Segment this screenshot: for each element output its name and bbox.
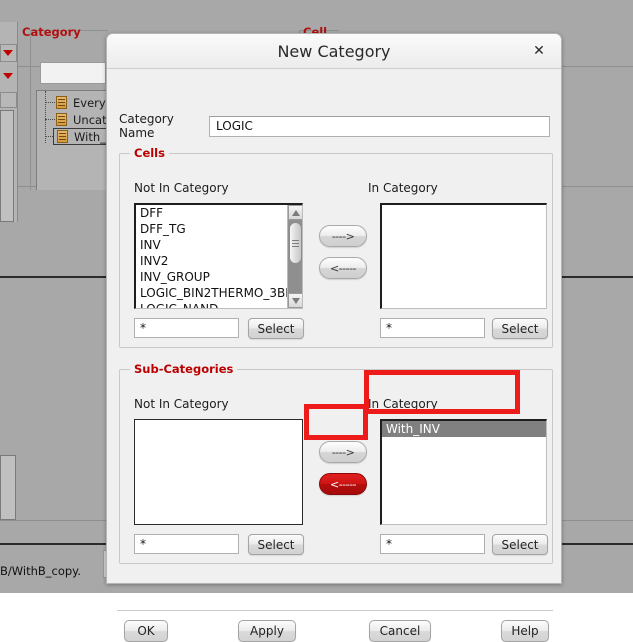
help-button[interactable]: Help	[501, 620, 549, 642]
cancel-button[interactable]: Cancel	[369, 620, 431, 642]
cells-group-title: Cells	[130, 146, 169, 160]
scroll-down-icon[interactable]	[288, 293, 303, 308]
category-name-row: Category Name LOGIC	[107, 115, 563, 137]
subcategories-right-select-button[interactable]: Select	[492, 534, 548, 555]
subcategories-in-category-list[interactable]: With_INV	[380, 419, 547, 525]
chevron-down-icon	[3, 73, 13, 79]
list-item[interactable]: LOGIC_NAND	[136, 301, 302, 309]
list-item[interactable]: INV2	[136, 253, 302, 269]
list-item[interactable]: With_INV	[382, 421, 546, 437]
list-item[interactable]: LOGIC_BIN2THERMO_3BIT	[136, 285, 302, 301]
cells-left-select-button[interactable]: Select	[248, 318, 304, 339]
close-icon[interactable]: ✕	[525, 34, 553, 68]
tree-connector	[45, 102, 55, 103]
cells-not-in-category-list[interactable]: DFF DFF_TG INV INV2 INV_GROUP LOGIC_BIN2…	[134, 203, 303, 309]
category-tree[interactable]: Everyth Uncate With_IN	[36, 90, 108, 190]
ok-button[interactable]: OK	[124, 620, 168, 642]
list-item[interactable]: INV	[136, 237, 302, 253]
document-icon	[55, 112, 68, 127]
cells-in-category-list[interactable]	[380, 203, 547, 309]
subcategories-left-filter-input[interactable]: *	[134, 534, 239, 554]
subcategories-group-title: Sub-Categories	[130, 362, 237, 376]
cells-not-in-category-label: Not In Category	[134, 181, 229, 195]
grip-icon	[292, 238, 299, 249]
cells-remove-button[interactable]: <-----	[319, 257, 367, 279]
apply-button[interactable]: Apply	[238, 620, 296, 642]
subcategories-in-category-label: In Category	[368, 397, 438, 411]
category-name-input[interactable]: LOGIC	[209, 116, 550, 137]
background-scrollbar[interactable]	[0, 110, 14, 222]
new-category-dialog: New Category ✕ Category Name LOGIC Cells…	[106, 33, 562, 584]
category-toolbar-box	[40, 62, 106, 84]
list-item[interactable]: INV_GROUP	[136, 269, 302, 285]
bottom-separator	[117, 610, 553, 611]
cells-in-category-label: In Category	[368, 181, 438, 195]
scrollbar-thumb[interactable]	[289, 222, 302, 264]
subcategories-remove-button[interactable]: <-----	[319, 473, 367, 495]
document-icon	[56, 129, 69, 144]
cells-left-filter-input[interactable]: *	[134, 318, 239, 338]
cells-group: Cells Not In Category In Category DFF DF…	[119, 153, 553, 348]
tree-connector	[45, 119, 55, 120]
category-group-border	[30, 30, 31, 190]
list-item[interactable]: DFF_TG	[136, 221, 302, 237]
category-group-label: Category	[22, 25, 81, 39]
list-item[interactable]: DFF	[136, 205, 302, 221]
category-name-label: Category Name	[107, 112, 209, 140]
subcategories-left-select-button[interactable]: Select	[248, 534, 304, 555]
cells-add-button[interactable]: ---->	[319, 225, 367, 247]
status-text: B/WithB_copy.	[0, 564, 81, 578]
cells-right-filter-input[interactable]: *	[380, 318, 485, 338]
subcategories-add-button[interactable]: ---->	[319, 441, 367, 463]
subcategories-group: Sub-Categories Not In Category In Catego…	[119, 369, 553, 564]
cells-list-scrollbar[interactable]	[287, 205, 302, 308]
scroll-button[interactable]	[0, 92, 17, 108]
scroll-up-icon[interactable]	[288, 205, 303, 220]
subcategories-not-in-category-label: Not In Category	[134, 397, 229, 411]
chevron-down-icon	[3, 50, 13, 56]
subcategories-not-in-category-list[interactable]	[134, 419, 303, 525]
document-icon	[55, 95, 68, 110]
background-scrollbar-lower[interactable]	[0, 455, 16, 520]
dialog-title: New Category	[107, 34, 561, 68]
subcategories-right-filter-input[interactable]: *	[380, 534, 485, 554]
cells-right-select-button[interactable]: Select	[492, 318, 548, 339]
dialog-titlebar: New Category ✕	[107, 34, 561, 69]
